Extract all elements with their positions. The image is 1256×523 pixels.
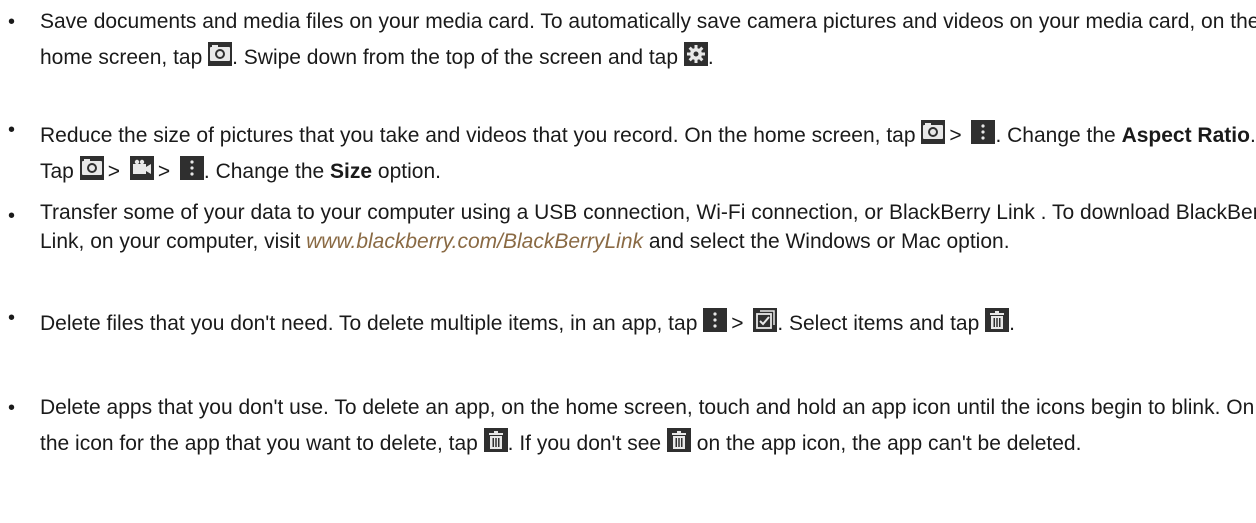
list-item: • Delete apps that you don't use. To del… bbox=[0, 390, 1256, 462]
video-camera-icon bbox=[129, 156, 154, 180]
bullet: • bbox=[8, 307, 16, 329]
item-text: Delete apps that you don't use. To delet… bbox=[40, 396, 1255, 455]
bullet: • bbox=[8, 11, 16, 33]
item-text: Delete files that you don't need. To del… bbox=[40, 306, 1256, 342]
bullet: • bbox=[8, 397, 16, 419]
item-text: Transfer some of your data to your compu… bbox=[40, 201, 1256, 253]
multi-select-icon bbox=[753, 308, 778, 332]
item-text: Reduce the size of pictures that you tak… bbox=[40, 118, 1256, 190]
list-item: • Save documents and media files on your… bbox=[0, 4, 1256, 76]
document-page: • Save documents and media files on your… bbox=[0, 0, 1256, 523]
list-item: • Reduce the size of pictures that you t… bbox=[0, 118, 1256, 190]
trash-icon bbox=[666, 428, 691, 452]
overflow-menu-icon bbox=[703, 308, 728, 332]
settings-gear-icon bbox=[683, 42, 708, 66]
trash-icon bbox=[985, 308, 1010, 332]
camera-icon bbox=[208, 42, 233, 66]
overflow-menu-icon bbox=[179, 156, 204, 180]
list-item: • Delete files that you don't need. To d… bbox=[0, 306, 1256, 342]
camera-icon bbox=[921, 120, 946, 144]
item-text: Save documents and media files on your m… bbox=[40, 10, 1256, 69]
camera-icon bbox=[79, 156, 104, 180]
bullet: • bbox=[8, 119, 16, 141]
trash-icon bbox=[483, 428, 508, 452]
blackberry-link-url[interactable]: www.blackberry.com/BlackBerryLink bbox=[306, 230, 643, 253]
overflow-menu-icon bbox=[971, 120, 996, 144]
list-item: • Transfer some of your data to your com… bbox=[0, 198, 1256, 256]
bullet: • bbox=[8, 205, 16, 227]
